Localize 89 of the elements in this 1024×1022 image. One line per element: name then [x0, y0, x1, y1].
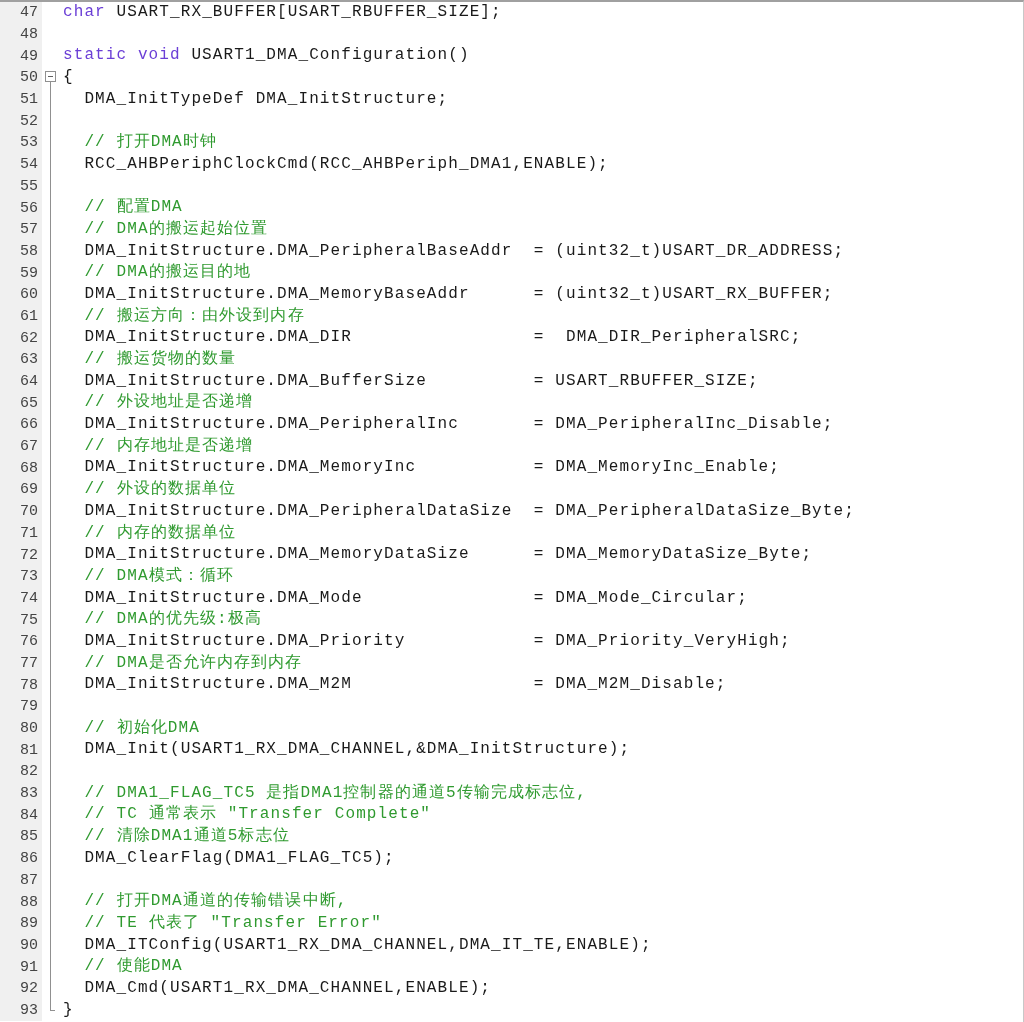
line-number: 79 [20, 698, 39, 716]
code-line: static void USART1_DMA_Configuration() [62, 45, 470, 67]
code-line: DMA_InitStructure.DMA_Mode = DMA_Mode_Circular; [83, 587, 748, 609]
code-line: // 打开DMA通道的传输错误中断, [83, 891, 348, 913]
code-line: // TC 通常表示 "Transfer Complete" [83, 804, 432, 826]
line-number: 80 [20, 720, 39, 738]
line-number: 92 [20, 980, 39, 998]
line-number: 59 [20, 264, 39, 282]
code-line: } [62, 999, 74, 1021]
line-number: 76 [20, 633, 39, 651]
line-number: 78 [20, 676, 39, 694]
code-line: DMA_ITConfig(USART1_RX_DMA_CHANNEL,DMA_IT_TE,ENABLE); [83, 934, 652, 956]
line-number: 50 [20, 69, 39, 87]
line-number: 61 [20, 307, 39, 325]
code-line: DMA_InitStructure.DMA_MemoryBaseAddr = (uint32_t)USART_RX_BUFFER; [83, 283, 834, 305]
line-number: 93 [20, 1001, 39, 1019]
line-number: 72 [20, 546, 39, 564]
code-line: char USART_RX_BUFFER[USART_RBUFFER_SIZE]; [62, 2, 502, 23]
code-line: DMA_InitStructure.DMA_DIR = DMA_DIR_PeripheralSRC; [83, 327, 802, 349]
code-line: DMA_InitStructure.DMA_M2M = DMA_M2M_Disable; [83, 674, 727, 696]
code-line: DMA_Cmd(USART1_RX_DMA_CHANNEL,ENABLE); [83, 977, 492, 999]
line-number: 53 [20, 134, 39, 152]
line-number: 49 [20, 47, 39, 65]
line-number: 77 [20, 654, 39, 672]
code-line: // DMA的优先级:极高 [83, 609, 262, 631]
line-number: 63 [20, 351, 39, 369]
line-number: 71 [20, 524, 39, 542]
line-number: 47 [20, 4, 39, 22]
code-line: // 使能DMA [83, 956, 183, 978]
line-number: 62 [20, 329, 39, 347]
line-number: 83 [20, 785, 39, 803]
code-line: DMA_InitStructure.DMA_PeripheralDataSize = DMA_PeripheralDataSize_Byte; [83, 500, 855, 522]
code-line: // 内存的数据单位 [83, 522, 237, 544]
code-line: // 打开DMA时钟 [83, 132, 217, 154]
code-line: // 搬运货物的数量 [83, 349, 237, 370]
line-number: 88 [20, 893, 39, 911]
line-number: 90 [20, 936, 39, 954]
line-number: 89 [20, 915, 39, 933]
line-number: 57 [20, 221, 39, 239]
line-number: 70 [20, 503, 39, 521]
code-line: // TE 代表了 "Transfer Error" [83, 912, 382, 934]
code-line: // 配置DMA [83, 197, 183, 219]
code-line: DMA_InitStructure.DMA_PeripheralBaseAddr = (uint32_t)USART_DR_ADDRESS; [83, 240, 845, 262]
line-number: 73 [20, 568, 39, 586]
line-number: 81 [20, 741, 39, 759]
line-number: 48 [20, 26, 39, 44]
line-number: 69 [20, 481, 39, 499]
line-number: 85 [20, 828, 39, 846]
line-number: 55 [20, 177, 39, 195]
line-number: 75 [20, 611, 39, 629]
code-line: DMA_InitStructure.DMA_PeripheralInc = DMA_PeripheralInc_Disable; [83, 414, 834, 436]
code-line: DMA_ClearFlag(DMA1_FLAG_TC5); [83, 847, 395, 869]
line-number: 86 [20, 850, 39, 868]
line-number: 64 [20, 373, 39, 391]
code-line: // 外设地址是否递增 [83, 392, 254, 414]
code-line: DMA_InitStructure.DMA_BufferSize = USART_RBUFFER_SIZE; [83, 370, 759, 392]
line-number: 84 [20, 806, 39, 824]
line-number: 65 [20, 394, 39, 412]
line-number: 52 [20, 112, 39, 130]
code-line: // 外设的数据单位 [83, 479, 237, 501]
line-number: 82 [20, 763, 39, 781]
code-line: // 内存地址是否递增 [83, 435, 254, 457]
code-line: // DMA的搬运目的地 [83, 262, 252, 284]
code-line: DMA_InitTypeDef DMA_InitStructure; [83, 88, 449, 110]
code-line: RCC_AHBPeriphClockCmd(RCC_AHBPeriph_DMA1,ENABLE); [83, 153, 609, 175]
code-line: // DMA模式：循环 [83, 565, 235, 587]
line-number: 56 [20, 199, 39, 217]
line-number: 60 [20, 286, 39, 304]
code-line: // DMA的搬运起始位置 [83, 218, 269, 240]
code-line: // DMA是否允许内存到内存 [83, 652, 303, 674]
line-number: 67 [20, 438, 39, 456]
line-number: 66 [20, 416, 39, 434]
line-number: 87 [20, 871, 39, 889]
collapse-toggle-icon[interactable] [45, 71, 56, 83]
line-number: 58 [20, 242, 39, 260]
code-line: DMA_InitStructure.DMA_MemoryInc = DMA_MemoryInc_Enable; [83, 457, 780, 479]
code-line: { [62, 67, 74, 89]
code-line: DMA_InitStructure.DMA_MemoryDataSize = DMA_MemoryDataSize_Byte; [83, 544, 813, 566]
code-line: // 初始化DMA [83, 717, 200, 739]
line-number: 68 [20, 459, 39, 477]
code-line: // DMA1_FLAG_TC5 是指DMA1控制器的通道5传输完成标志位, [83, 782, 588, 804]
line-number: 74 [20, 589, 39, 607]
line-number: 51 [20, 91, 39, 109]
line-number: 54 [20, 156, 39, 174]
code-line: DMA_InitStructure.DMA_Priority = DMA_Priority_VeryHigh; [83, 630, 791, 652]
code-line: // 清除DMA1通道5标志位 [83, 826, 290, 848]
code-line: DMA_Init(USART1_RX_DMA_CHANNEL,&DMA_InitStructure); [83, 739, 631, 761]
line-number: 91 [20, 958, 39, 976]
code-line: // 搬运方向：由外设到内存 [83, 305, 305, 327]
